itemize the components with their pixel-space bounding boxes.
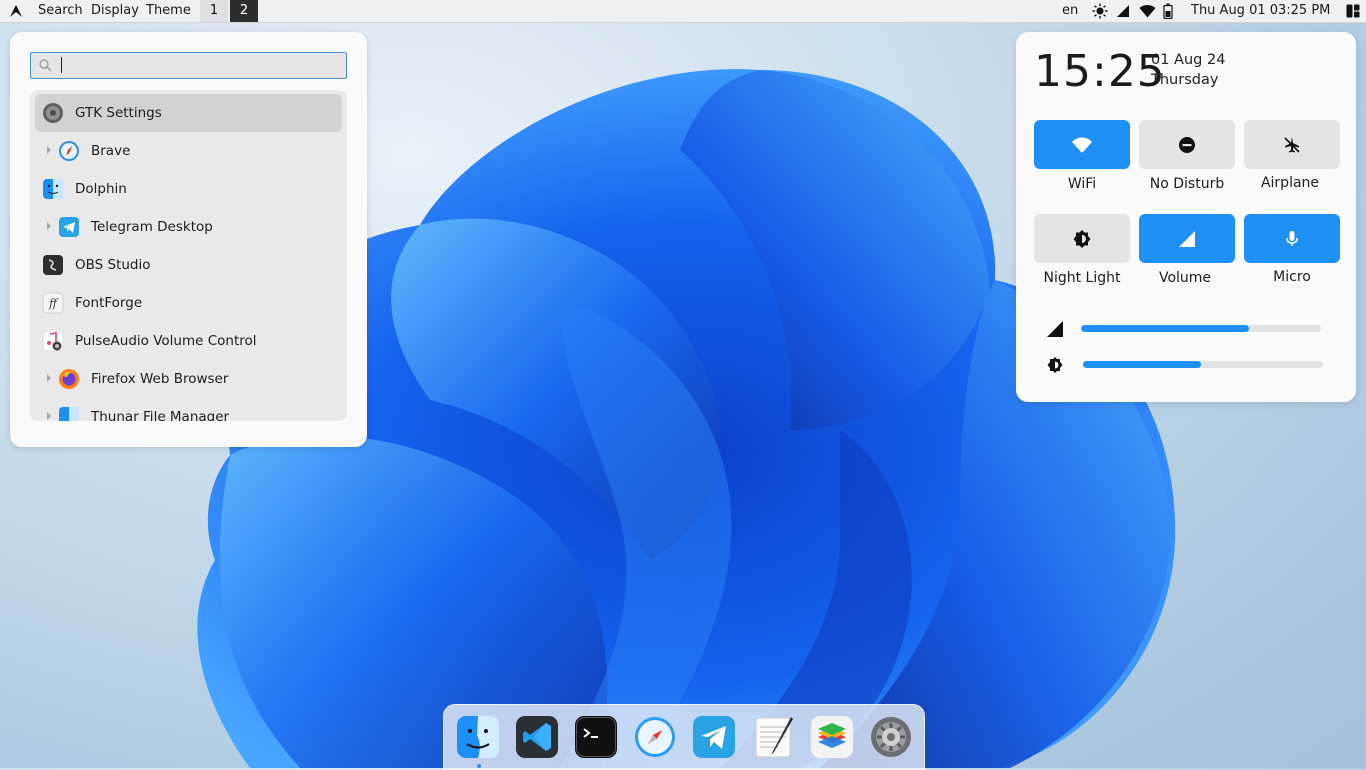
list-item-gtk-settings[interactable]: GTK Settings bbox=[35, 94, 342, 132]
no-disturb-label: No Disturb bbox=[1149, 176, 1225, 192]
brightness-icon bbox=[1047, 357, 1063, 373]
expand-chevron-icon[interactable] bbox=[47, 146, 51, 154]
menu-display[interactable]: Display bbox=[91, 3, 139, 18]
wifi-label: WiFi bbox=[1067, 176, 1097, 192]
airplane-toggle[interactable] bbox=[1244, 120, 1340, 169]
battery-icon[interactable] bbox=[1163, 3, 1173, 19]
volume-toggle[interactable] bbox=[1139, 214, 1235, 263]
expand-chevron-icon[interactable] bbox=[47, 374, 51, 382]
list-item-brave[interactable]: Brave bbox=[35, 132, 342, 170]
app-list: GTK Settings Brave Dolphin Telegram Desk… bbox=[30, 90, 347, 421]
app-menu-logo-icon[interactable] bbox=[8, 3, 24, 19]
brightness-slider-fill bbox=[1083, 361, 1201, 368]
airplane-label: Airplane bbox=[1260, 175, 1320, 191]
volume-slider[interactable] bbox=[1081, 325, 1321, 332]
control-center: 15:25 01 Aug 24 Thursday WiFi No Disturb… bbox=[1016, 32, 1356, 402]
menu-theme[interactable]: Theme bbox=[146, 3, 191, 18]
brightness-icon bbox=[1073, 230, 1091, 248]
app-label: GTK Settings bbox=[75, 105, 162, 121]
menu-search[interactable]: Search bbox=[38, 3, 83, 18]
date-label: 01 Aug 24 bbox=[1151, 52, 1226, 68]
no-disturb-toggle[interactable] bbox=[1139, 120, 1235, 169]
search-input[interactable] bbox=[59, 55, 343, 77]
safari-icon[interactable] bbox=[633, 715, 677, 759]
microphone-icon bbox=[1286, 231, 1298, 246]
list-item-telegram-desktop[interactable]: Telegram Desktop bbox=[35, 208, 342, 246]
gear-icon bbox=[43, 103, 63, 123]
stacks-icon[interactable] bbox=[810, 715, 854, 759]
top-bar: Search Display Theme 1 2 en Thu Aug 01 0… bbox=[0, 0, 1366, 23]
microphone-label: Micro bbox=[1273, 269, 1311, 285]
app-label: Telegram Desktop bbox=[91, 219, 213, 235]
textedit-icon[interactable] bbox=[751, 715, 795, 759]
topbar-datetime[interactable]: Thu Aug 01 03:25 PM bbox=[1191, 3, 1330, 18]
app-label: FontForge bbox=[75, 295, 143, 311]
list-item-firefox[interactable]: Firefox Web Browser bbox=[35, 360, 342, 398]
volume-icon bbox=[1179, 231, 1195, 247]
notifications-icon[interactable] bbox=[1346, 4, 1360, 18]
volume-label: Volume bbox=[1158, 270, 1212, 286]
expand-chevron-icon[interactable] bbox=[47, 412, 51, 420]
airplane-off-icon bbox=[1284, 137, 1300, 153]
finder-icon bbox=[43, 179, 63, 199]
wifi-toggle[interactable] bbox=[1034, 120, 1130, 169]
fontforge-icon: ff bbox=[42, 292, 64, 314]
list-item-obs-studio[interactable]: OBS Studio bbox=[35, 246, 342, 284]
clock: 15:25 bbox=[1034, 46, 1166, 97]
app-label: Brave bbox=[91, 143, 131, 159]
wifi-icon bbox=[1072, 137, 1092, 153]
dock bbox=[443, 704, 925, 770]
night-light-label: Night Light bbox=[1043, 270, 1121, 286]
expand-chevron-icon[interactable] bbox=[47, 222, 51, 230]
telegram-icon bbox=[59, 217, 79, 237]
text-caret bbox=[61, 57, 62, 73]
app-label: Dolphin bbox=[75, 181, 127, 197]
workspace-2[interactable]: 2 bbox=[230, 0, 258, 22]
brightness-slider[interactable] bbox=[1083, 361, 1323, 368]
list-item-thunar[interactable]: Thunar File Manager bbox=[35, 398, 342, 421]
vscode-icon[interactable] bbox=[515, 715, 559, 759]
workspace-1[interactable]: 1 bbox=[200, 0, 228, 22]
telegram-icon[interactable] bbox=[692, 715, 736, 759]
wifi-icon[interactable] bbox=[1139, 4, 1156, 18]
gear-icon[interactable] bbox=[869, 715, 913, 759]
music-icon bbox=[42, 330, 64, 352]
app-label: Firefox Web Browser bbox=[91, 371, 229, 387]
list-item-fontforge[interactable]: ff FontForge bbox=[35, 284, 342, 322]
firefox-icon bbox=[59, 369, 79, 389]
finder-icon[interactable] bbox=[456, 715, 500, 759]
list-item-pulseaudio-volume-control[interactable]: PulseAudio Volume Control bbox=[35, 322, 342, 360]
running-indicator bbox=[477, 764, 481, 768]
search-icon bbox=[39, 59, 52, 72]
volume-icon bbox=[1047, 321, 1063, 337]
brave-icon bbox=[59, 141, 79, 161]
day-label: Thursday bbox=[1151, 72, 1219, 88]
signal-icon[interactable] bbox=[1116, 4, 1130, 18]
microphone-toggle[interactable] bbox=[1244, 214, 1340, 263]
finder-icon bbox=[59, 407, 79, 421]
app-label: OBS Studio bbox=[75, 257, 151, 273]
minus-circle-icon bbox=[1179, 137, 1195, 153]
obs-icon bbox=[43, 255, 63, 275]
keyboard-layout[interactable]: en bbox=[1062, 3, 1078, 18]
brightness-icon[interactable] bbox=[1092, 3, 1108, 19]
app-label: PulseAudio Volume Control bbox=[75, 333, 257, 349]
night-light-toggle[interactable] bbox=[1034, 214, 1130, 263]
list-item-dolphin[interactable]: Dolphin bbox=[35, 170, 342, 208]
search-field[interactable] bbox=[30, 52, 347, 79]
app-label: Thunar File Manager bbox=[91, 409, 230, 421]
terminal-icon[interactable] bbox=[574, 715, 618, 759]
app-launcher: GTK Settings Brave Dolphin Telegram Desk… bbox=[10, 32, 367, 447]
volume-slider-fill bbox=[1081, 325, 1249, 332]
